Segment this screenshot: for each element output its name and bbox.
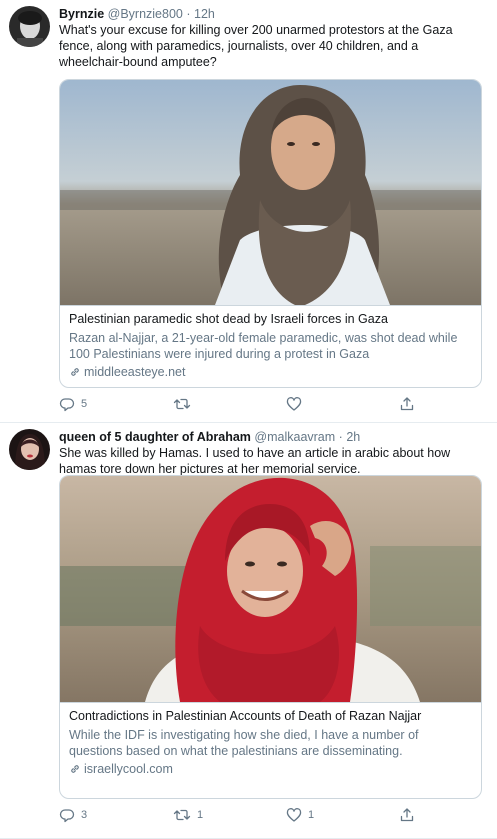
like-count: 1: [308, 809, 315, 821]
display-name[interactable]: queen of 5 daughter of Abraham: [59, 430, 251, 444]
card-domain-row[interactable]: israellycool.com: [69, 761, 472, 777]
link-icon: [71, 765, 79, 773]
reply-icon: [59, 809, 75, 823]
card-title[interactable]: Palestinian paramedic shot dead by Israe…: [69, 311, 472, 327]
avatar[interactable]: [9, 429, 50, 470]
tweet-header: queen of 5 daughter of Abraham @malkaavr…: [59, 429, 360, 445]
reply-button[interactable]: 5: [59, 396, 87, 412]
card-body: Contradictions in Palestinian Accounts o…: [60, 702, 481, 777]
retweet-count: 1: [197, 809, 204, 821]
tweet[interactable]: queen of 5 daughter of Abraham @malkaavr…: [0, 423, 497, 839]
share-icon: [400, 808, 414, 822]
card-image: [60, 80, 481, 305]
card-description: While the IDF is investigating how she d…: [69, 728, 419, 758]
user-handle[interactable]: @malkaavram: [254, 430, 335, 444]
tweet-text: She was killed by Hamas. I used to have …: [59, 446, 451, 476]
card-description: Razan al-Najjar, a 21-year-old female pa…: [69, 331, 458, 361]
timestamp[interactable]: 12h: [194, 7, 215, 21]
reply-button[interactable]: 3: [59, 807, 87, 823]
link-icon: [71, 368, 79, 376]
card-domain: middleeasteye.net: [84, 365, 186, 379]
share-icon: [400, 397, 414, 411]
tweet-actions: 3 1 1: [59, 807, 419, 825]
tweet-actions: 5: [59, 396, 419, 414]
timestamp[interactable]: 2h: [346, 430, 360, 444]
separator: ·: [338, 430, 343, 444]
reply-count: 5: [81, 398, 88, 410]
share-button[interactable]: [399, 396, 415, 412]
card-domain: israellycool.com: [84, 762, 173, 776]
tweet-header: Byrnzie @Byrnzie800 · 12h: [59, 6, 215, 22]
card-image: [60, 476, 481, 702]
reply-icon: [59, 398, 75, 412]
like-icon: [286, 808, 302, 822]
link-card[interactable]: Contradictions in Palestinian Accounts o…: [59, 475, 482, 799]
user-handle[interactable]: @Byrnzie800: [108, 7, 183, 21]
like-button[interactable]: 1: [286, 807, 314, 823]
avatar[interactable]: [9, 6, 50, 47]
retweet-button[interactable]: [173, 396, 197, 412]
card-domain-row[interactable]: middleeasteye.net: [69, 364, 472, 380]
card-title[interactable]: Contradictions in Palestinian Accounts o…: [69, 708, 472, 724]
share-button[interactable]: [399, 807, 415, 823]
tweet-text: What's your excuse for killing over 200 …: [59, 23, 453, 69]
separator: ·: [186, 7, 191, 21]
tweet[interactable]: Byrnzie @Byrnzie800 · 12h What's your ex…: [0, 0, 497, 423]
retweet-icon: [173, 398, 191, 410]
card-body: Palestinian paramedic shot dead by Israe…: [60, 305, 481, 380]
like-icon: [286, 397, 302, 411]
link-card[interactable]: Palestinian paramedic shot dead by Israe…: [59, 79, 482, 388]
display-name[interactable]: Byrnzie: [59, 7, 104, 21]
like-button[interactable]: [286, 396, 308, 412]
retweet-button[interactable]: 1: [173, 807, 203, 823]
reply-count: 3: [81, 809, 88, 821]
retweet-icon: [173, 809, 191, 821]
